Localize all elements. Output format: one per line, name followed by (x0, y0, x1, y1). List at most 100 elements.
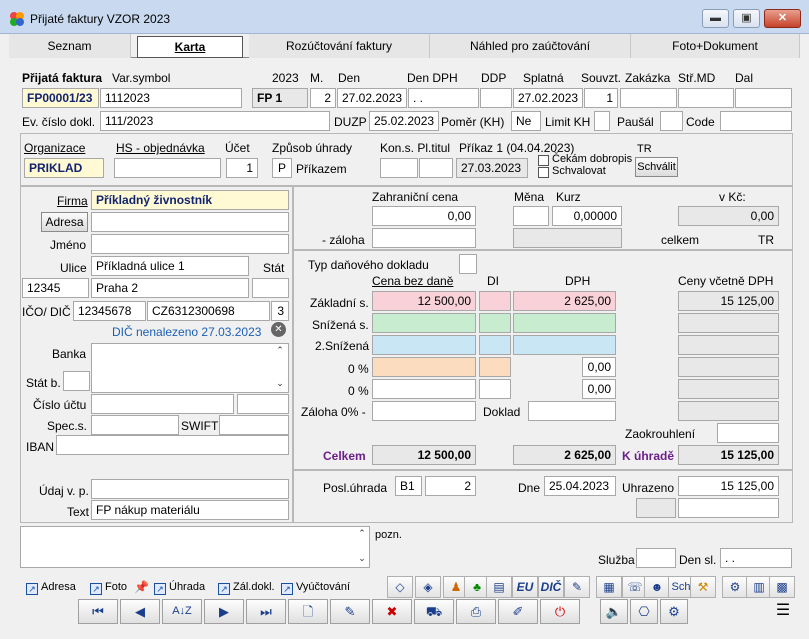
swift-field[interactable] (219, 415, 289, 435)
prikaz-date-field[interactable]: 27.03.2023 (456, 158, 528, 178)
snizena2-vc-field[interactable] (678, 335, 779, 355)
power-button[interactable]: ⏻ (540, 599, 580, 624)
print-button[interactable]: ⎙ (456, 599, 496, 624)
zpusob-code-field[interactable]: P (272, 158, 292, 178)
zero-a-dph-field[interactable]: 0,00 (582, 357, 616, 377)
ico-n-field[interactable]: 3 (271, 301, 289, 321)
zaloha-field[interactable] (372, 228, 476, 248)
kons-field[interactable] (380, 158, 418, 178)
schvalit-button[interactable]: Schválit (635, 157, 678, 177)
uhrazeno-field[interactable]: 15 125,00 (678, 476, 779, 496)
souvzt-field[interactable]: 1 (584, 88, 618, 108)
firma-field[interactable]: Příkladný živnostník (91, 190, 289, 210)
zero-a-di-field[interactable] (479, 357, 511, 377)
banka-field[interactable] (91, 343, 289, 393)
celkem-bez-field[interactable]: 12 500,00 (372, 445, 476, 465)
fp-field[interactable]: FP 1 (252, 88, 308, 108)
sign-button[interactable]: ✐ (498, 599, 538, 624)
first-record-button[interactable]: ⏮ (78, 599, 118, 624)
scan-button[interactable]: ⎔ (630, 599, 658, 624)
den-sl-field[interactable]: . . (720, 548, 792, 568)
zakladni-dph-field[interactable]: 2 625,00 (513, 291, 616, 311)
clear-icon[interactable]: ✕ (271, 322, 286, 337)
zakazka-field[interactable] (620, 88, 677, 108)
tab-foto[interactable]: Foto+Dokument (631, 34, 800, 58)
map-sk-icon[interactable]: ◈ (415, 576, 441, 598)
typ-dokladu-field[interactable] (459, 254, 477, 274)
udaj-field[interactable] (91, 479, 289, 499)
menu-button[interactable]: ☰ (766, 599, 800, 624)
zakladni-bez-field[interactable]: 12 500,00 (372, 291, 476, 311)
celkem-dph-field[interactable]: 2 625,00 (513, 445, 616, 465)
mena-field[interactable] (513, 206, 549, 226)
organizace-field[interactable]: PRIKLAD (24, 158, 104, 178)
dne-field[interactable]: 25.04.2023 (544, 476, 616, 496)
delete-record-button[interactable]: ✖ (372, 599, 412, 624)
zaokrouhleni-field[interactable] (717, 423, 779, 443)
dal-field[interactable] (735, 88, 792, 108)
pomer-field[interactable]: Ne (511, 111, 541, 131)
network-icon[interactable]: ⚙ (722, 576, 748, 598)
edit-doc-icon[interactable]: ✎ (564, 576, 590, 598)
jmeno-field[interactable] (91, 234, 289, 254)
ulice-field[interactable]: Příkladná ulice 1 (91, 256, 249, 276)
zaloha-0-field[interactable] (372, 401, 476, 421)
doklad-field[interactable] (528, 401, 616, 421)
cekam-checkbox[interactable] (538, 155, 549, 166)
str-md-field[interactable] (678, 88, 734, 108)
minimize-button[interactable]: ▬ (702, 9, 729, 28)
snizena2-bez-field[interactable] (372, 335, 476, 355)
pozn-scrollbar[interactable]: ⌃ ⌄ (355, 528, 369, 566)
k-uhrade-field[interactable]: 15 125,00 (678, 445, 779, 465)
posl-n-field[interactable]: 2 (425, 476, 476, 496)
zero-b-vc-field[interactable] (678, 379, 779, 399)
kod-banky-field[interactable] (237, 394, 289, 414)
ucet-field[interactable]: 1 (226, 158, 258, 178)
schvalovat-checkbox[interactable] (538, 167, 549, 178)
sort-button[interactable]: A↓Z (162, 599, 202, 624)
snizena2-di-field[interactable] (479, 335, 511, 355)
mesto-field[interactable]: Praha 2 (91, 278, 249, 298)
calculator-icon[interactable]: ▦ (596, 576, 622, 598)
map-cz-icon[interactable]: ◇ (387, 576, 413, 598)
new-record-button[interactable]: 🗋 (288, 599, 328, 624)
edit-record-button[interactable]: ✎ (330, 599, 370, 624)
qr-icon[interactable]: ▩ (769, 576, 795, 598)
snizena-bez-field[interactable] (372, 313, 476, 333)
ev-cislo-field[interactable]: 111/2023 (100, 111, 330, 131)
zero-a-vc-field[interactable] (678, 357, 779, 377)
zahranicni-field[interactable]: 0,00 (372, 206, 476, 226)
iban-field[interactable] (56, 435, 289, 455)
spec-field[interactable] (91, 415, 179, 435)
link-zal-dokl[interactable]: ↗ Zál.dokl. (218, 581, 275, 595)
splatna-field[interactable]: 27.02.2023 (513, 88, 583, 108)
banka-scrollbar[interactable]: ⌃ ⌄ (273, 345, 287, 391)
adresa-button[interactable]: Adresa (41, 212, 88, 232)
limit-kh-field[interactable] (594, 111, 610, 131)
varsym-field[interactable]: 1112023 (100, 88, 242, 108)
m-field[interactable]: 2 (310, 88, 336, 108)
settings-button[interactable]: ⚙ (660, 599, 688, 624)
posl-code-field[interactable]: B1 (395, 476, 422, 496)
den-field[interactable]: 27.02.2023 (337, 88, 407, 108)
ddp-field[interactable] (480, 88, 512, 108)
kurz-field[interactable]: 0,00000 (552, 206, 622, 226)
zakladni-vc-field[interactable]: 15 125,00 (678, 291, 779, 311)
v-kc-field[interactable]: 0,00 (678, 206, 779, 226)
eu-button[interactable]: EU (512, 576, 538, 598)
tab-karta[interactable]: Karta (137, 36, 243, 58)
pl-titul-field[interactable] (419, 158, 453, 178)
ico-field[interactable]: 12345678 (73, 301, 146, 321)
hs-field[interactable] (114, 158, 221, 178)
pausal-field[interactable] (660, 111, 683, 131)
zero-b-bez-field[interactable] (372, 379, 476, 399)
close-button[interactable]: ✕ (764, 9, 801, 28)
wizard-icon[interactable]: ⚒ (690, 576, 716, 598)
link-vyuctovani[interactable]: ↗ Vyúčtování (281, 581, 350, 595)
pin-icon[interactable]: 📌 (134, 580, 149, 594)
cislo-uctu-field[interactable] (91, 394, 234, 414)
user-icon[interactable]: ☻ (644, 576, 670, 598)
transfer-button[interactable]: ⛟ (414, 599, 454, 624)
snizena-dph-field[interactable] (513, 313, 616, 333)
tab-rozuctovani[interactable]: Rozúčtování faktury (249, 34, 430, 58)
